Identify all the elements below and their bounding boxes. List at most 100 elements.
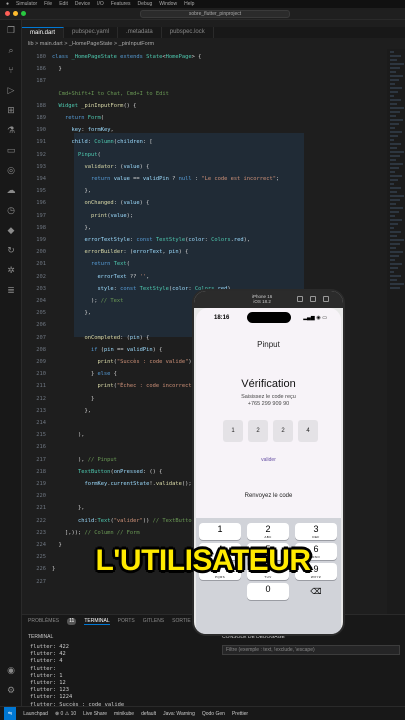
editor-tab[interactable]: .metadata	[118, 27, 162, 38]
verification-subtitle: Saisissez le code reçu +765 299 909 90	[196, 394, 341, 408]
debug-filter-input[interactable]: Filtre (exemple : text, !exclude, \escap…	[222, 645, 400, 655]
code-line[interactable]: 189 return Form(	[22, 114, 405, 122]
line-number: 213	[36, 407, 46, 414]
apple-menu-icon[interactable]: ●	[6, 1, 9, 7]
status-item[interactable]: Qodo Gen	[202, 711, 225, 717]
status-item[interactable]: Prettier	[232, 711, 248, 717]
code-line[interactable]: 180 class _HomePageState extends State<Ho…	[22, 53, 405, 61]
menubar-item[interactable]: Edit	[59, 1, 68, 7]
menubar-item[interactable]: File	[44, 1, 52, 7]
code-line[interactable]: 187	[22, 77, 405, 85]
line-number: 205	[36, 310, 46, 317]
close-window-button[interactable]	[5, 11, 10, 16]
pin-digit-box[interactable]: 4	[298, 420, 318, 442]
code-line[interactable]: 196 onChanged: (value) {	[22, 199, 405, 207]
code-line[interactable]: 191 child: Column(children: [	[22, 138, 405, 146]
settings-gear-icon[interactable]: ⚙	[6, 686, 16, 696]
code-line[interactable]: Cmd+Shift+I to Chat, Cmd+I to Edit	[22, 90, 405, 98]
source-control-icon[interactable]: ⑂	[6, 66, 16, 76]
minimize-window-button[interactable]	[13, 11, 18, 16]
account-icon[interactable]: ◉	[6, 666, 16, 676]
code-text: ),	[52, 432, 85, 439]
testing-icon[interactable]: ⚗	[6, 126, 16, 136]
live-share-icon[interactable]: ↻	[6, 246, 16, 256]
menubar-item[interactable]: Device	[75, 1, 90, 7]
search-icon[interactable]: ⌕	[6, 46, 16, 56]
panel-tab[interactable]: TERMINAL	[84, 618, 110, 625]
code-line[interactable]: 188 Widget _pinInputForm() {	[22, 102, 405, 110]
line-number: 206	[36, 322, 46, 329]
line-number: 219	[36, 481, 46, 487]
editor-tab[interactable]: pubspec.lock	[162, 27, 214, 38]
panel-tab[interactable]: SORTIE	[172, 618, 191, 625]
keypad-delete-icon[interactable]: ⌫	[295, 583, 337, 600]
gitlens-icon[interactable]: ◎	[6, 166, 16, 176]
pin-digit-box[interactable]: 2	[248, 420, 268, 442]
os-version: iOS 18.2	[253, 299, 271, 304]
editor-tab[interactable]: pubspec.yaml	[64, 27, 119, 38]
code-line[interactable]: 192 Pinput(	[22, 151, 405, 159]
pin-input[interactable]: 1224	[223, 420, 318, 442]
pin-digit-box[interactable]: 1	[223, 420, 243, 442]
code-line[interactable]: 197 print(value);	[22, 212, 405, 220]
key-digit: 2	[265, 524, 271, 534]
remote-indicator[interactable]: ⇋	[4, 707, 17, 720]
panel-tab[interactable]: PORTS	[118, 618, 135, 625]
breadcrumb[interactable]: lib > main.dart > _HomePageState > _pinI…	[22, 40, 405, 49]
status-item[interactable]: Launchpad	[23, 711, 48, 717]
code-line[interactable]: 201 return Text(	[22, 260, 405, 268]
run-debug-icon[interactable]: ▷	[6, 86, 16, 96]
menubar-item[interactable]: Simulator	[16, 1, 37, 7]
terminal-line: flutter: 422	[30, 644, 69, 650]
command-center-search[interactable]: sobre_flutter_pinproject	[140, 10, 290, 18]
rotate-icon[interactable]	[323, 296, 329, 302]
valider-button[interactable]: valider	[196, 457, 341, 463]
menubar-item[interactable]: Window	[159, 1, 177, 7]
editor-tab[interactable]: main.dart	[22, 27, 65, 38]
zoom-window-button[interactable]	[21, 11, 26, 16]
database-icon[interactable]: ≣	[6, 286, 16, 296]
status-item[interactable]: ⊗ 0 ⚠ 10	[55, 711, 76, 717]
panel-tab[interactable]: GITLENS	[143, 618, 164, 625]
menubar-item[interactable]: Features	[111, 1, 131, 7]
home-button-icon[interactable]	[297, 296, 303, 302]
menubar-item[interactable]: Help	[184, 1, 194, 7]
code-line[interactable]: 202 errorText ?? '',	[22, 273, 405, 281]
code-line[interactable]: 199 errorTextStyle: const TextStyle(colo…	[22, 236, 405, 244]
explorer-icon[interactable]: ❐	[6, 26, 16, 36]
timeline-icon[interactable]: ◷	[6, 206, 16, 216]
code-text: onCompleted: (pin) {	[84, 334, 150, 341]
docker-icon[interactable]: ☁	[6, 186, 16, 196]
line-number: 198	[36, 224, 46, 231]
verification-instruction: Saisissez le code reçu	[241, 394, 296, 400]
menubar-item[interactable]: I/O	[97, 1, 104, 7]
code-text: if (pin == validPin) {	[90, 346, 163, 353]
extensions-icon[interactable]: ⊞	[6, 106, 16, 116]
keypad-key-0[interactable]: 0	[247, 583, 289, 600]
status-item[interactable]: Live Share	[83, 711, 107, 717]
pin-digit-box[interactable]: 2	[273, 420, 293, 442]
screenshot-icon[interactable]	[310, 296, 316, 302]
status-item[interactable]: Java: Warning	[163, 711, 195, 717]
code-line[interactable]: 195 },	[22, 187, 405, 195]
flutter-icon[interactable]: ◆	[6, 226, 16, 236]
status-item[interactable]: default	[141, 711, 156, 717]
code-text: validator: (value) {	[84, 163, 150, 170]
code-text: Cmd+Shift+I to Chat, Cmd+I to Edit	[58, 90, 169, 97]
menubar-item[interactable]: Debug	[138, 1, 153, 7]
code-line[interactable]: 186 }	[22, 65, 405, 73]
resend-code-button[interactable]: Renvoyez le code	[196, 493, 341, 499]
code-line[interactable]: 200 errorBuilder: (errorText, pin) {	[22, 248, 405, 256]
code-line[interactable]: 193 validator: (value) {	[22, 163, 405, 171]
code-line[interactable]: 198 },	[22, 224, 405, 232]
code-line[interactable]: 190 key: formKey,	[22, 126, 405, 134]
terminal-output[interactable]: flutter: 422 flutter: 42 flutter: 4 flutter…	[30, 644, 124, 709]
kubernetes-icon[interactable]: ✲	[6, 266, 16, 276]
code-text: }	[52, 66, 62, 73]
panel-tab[interactable]: PROBLÈMES	[28, 618, 59, 625]
remote-explorer-icon[interactable]: ▭	[6, 146, 16, 156]
terminal-line: flutter:	[30, 665, 56, 672]
code-line[interactable]: 194 return value == validPin ? null : "L…	[22, 175, 405, 183]
status-item[interactable]: minikube	[114, 711, 134, 717]
line-number: 196	[36, 200, 46, 207]
